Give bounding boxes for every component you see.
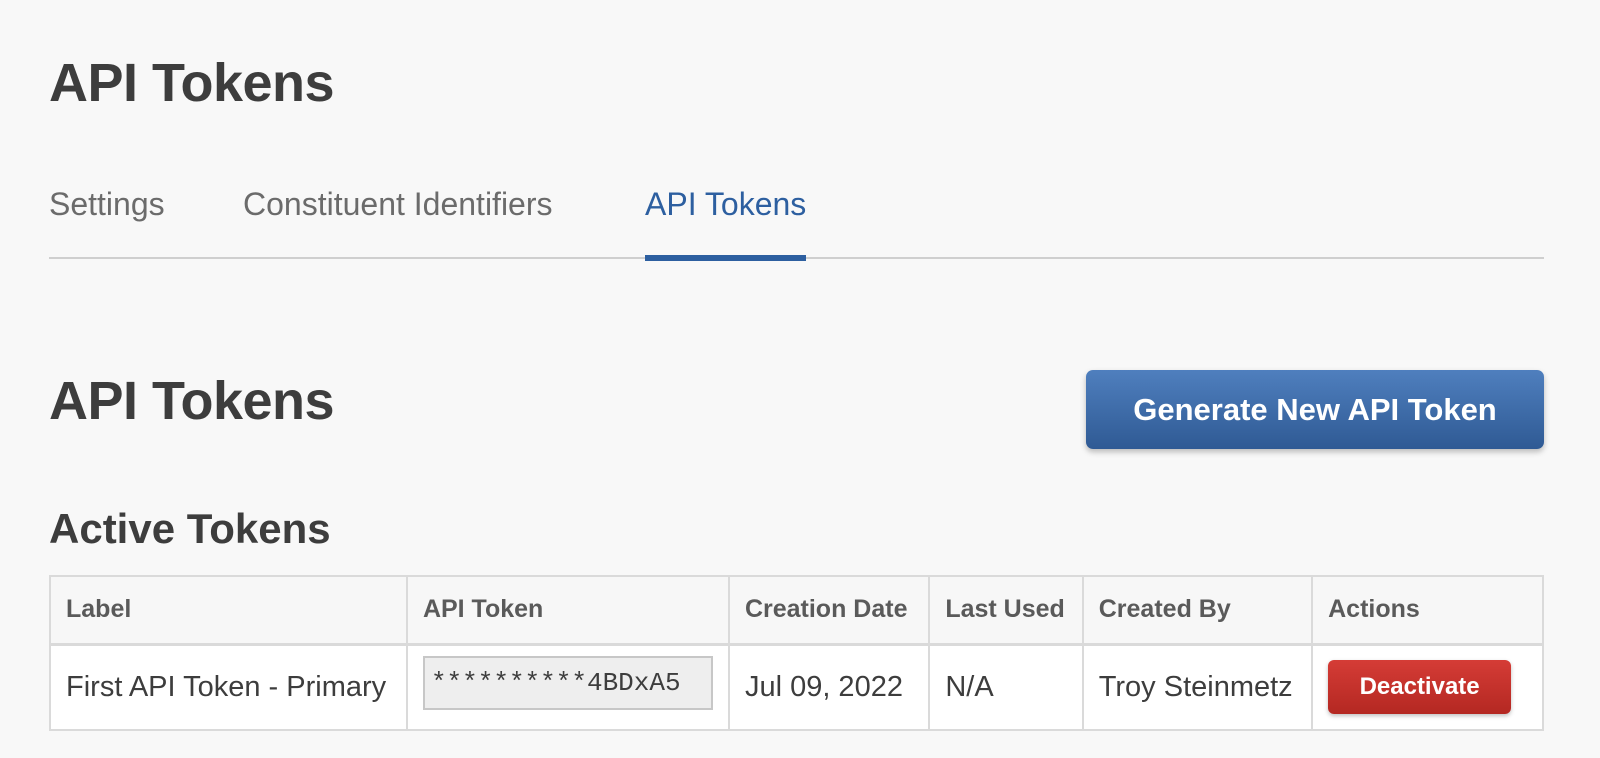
table-row: First API Token - Primary **********4BDx… [50, 644, 1543, 730]
actions-cell: Deactivate [1312, 644, 1543, 730]
created-by-cell: Troy Steinmetz [1082, 644, 1314, 730]
active-tokens-heading: Active Tokens [49, 505, 331, 552]
column-header-last-used: Last Used [929, 576, 1084, 646]
tokens-table: Label API Token Creation Date Last Used … [49, 575, 1544, 731]
tab-settings[interactable]: Settings [49, 186, 165, 259]
section-title: API Tokens [49, 371, 335, 431]
generate-api-token-button[interactable]: Generate New API Token [1086, 370, 1544, 449]
column-header-created-by: Created By [1082, 576, 1314, 646]
creation-date-cell: Jul 09, 2022 [728, 644, 931, 730]
api-tokens-page: API Tokens Settings Constituent Identifi… [0, 0, 1600, 758]
token-cell: **********4BDxA5 [406, 644, 730, 730]
column-header-creation-date: Creation Date [728, 576, 931, 646]
column-header-actions: Actions [1312, 576, 1543, 646]
tab-api-tokens[interactable]: API Tokens [645, 186, 807, 261]
tab-bar: Settings Constituent Identifiers API Tok… [49, 186, 1544, 261]
page-title: API Tokens [49, 53, 335, 113]
table-header-row: Label API Token Creation Date Last Used … [50, 576, 1543, 646]
tab-constituent-identifiers[interactable]: Constituent Identifiers [243, 186, 553, 259]
token-label-cell: First API Token - Primary [50, 644, 408, 730]
column-header-label: Label [50, 576, 408, 646]
column-header-api-token: API Token [406, 576, 730, 646]
api-token-value[interactable]: **********4BDxA5 [422, 656, 713, 711]
deactivate-button[interactable]: Deactivate [1328, 660, 1512, 715]
last-used-cell: N/A [929, 644, 1084, 730]
